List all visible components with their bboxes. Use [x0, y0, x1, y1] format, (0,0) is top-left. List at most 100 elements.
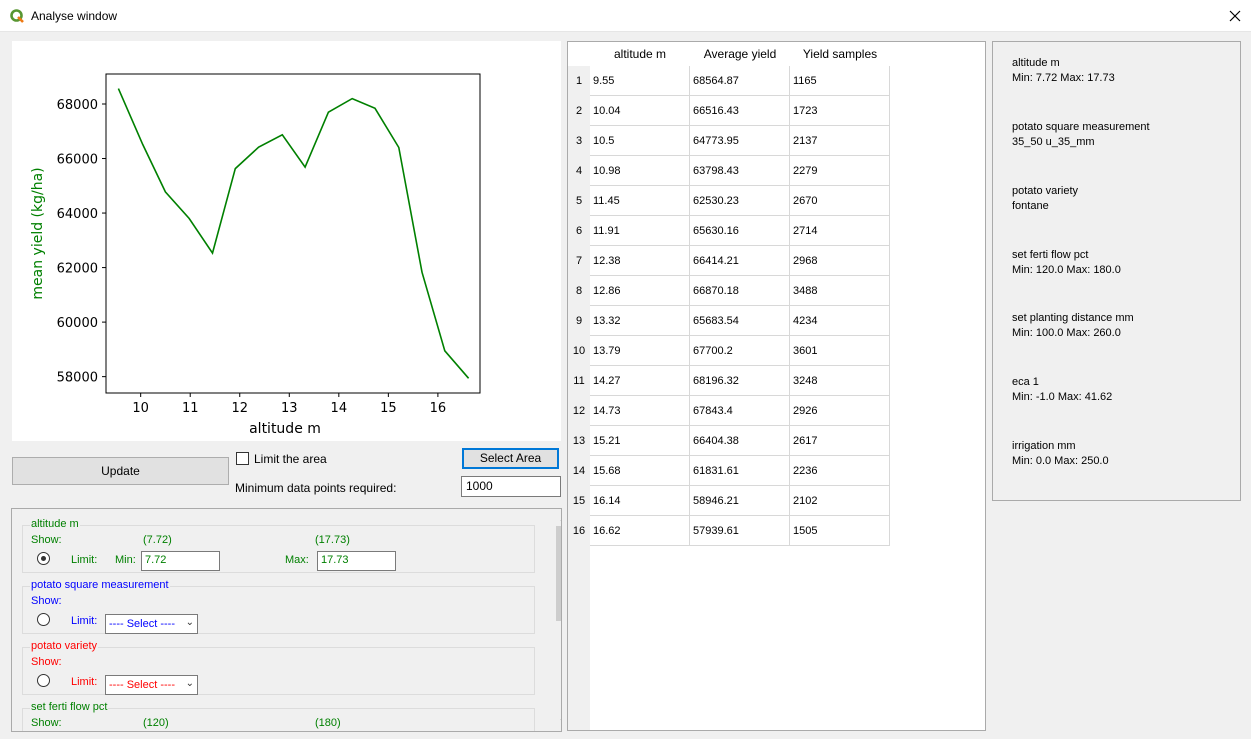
altitude-cell[interactable]: 10.98 [590, 156, 690, 186]
average-yield-cell[interactable]: 58946.21 [690, 486, 790, 516]
row-number[interactable]: 15 [568, 486, 590, 516]
average-yield-cell[interactable]: 68564.87 [690, 66, 790, 96]
limit-radio[interactable] [37, 613, 50, 626]
scroll-down-icon[interactable]: ▼ [559, 717, 561, 726]
select-area-button[interactable]: Select Area [462, 448, 559, 469]
info-detail: Min: -1.0 Max: 41.62 [1012, 391, 1113, 403]
average-yield-cell[interactable]: 65630.16 [690, 216, 790, 246]
average-yield-cell[interactable]: 66870.18 [690, 276, 790, 306]
altitude-cell[interactable]: 15.21 [590, 426, 690, 456]
average-yield-cell[interactable]: 63798.43 [690, 156, 790, 186]
yield-samples-cell[interactable]: 2137 [790, 126, 890, 156]
plot-area: 10 11 12 13 14 15 16 58000 60000 62000 64000 66000 6… [12, 41, 561, 441]
results-table[interactable]: altitude m Average yield Yield samples 1… [567, 41, 986, 731]
yield-samples-cell[interactable]: 2236 [790, 456, 890, 486]
average-yield-cell[interactable]: 66404.38 [690, 426, 790, 456]
x-tick-label: 14 [331, 401, 348, 416]
info-name: set ferti flow pct [1012, 249, 1089, 261]
yield-samples-cell[interactable]: 2968 [790, 246, 890, 276]
info-detail: Min: 100.0 Max: 260.0 [1012, 327, 1121, 339]
altitude-cell[interactable]: 9.55 [590, 66, 690, 96]
close-icon[interactable] [1225, 6, 1245, 26]
row-number[interactable]: 3 [568, 126, 590, 156]
max-input[interactable]: 17.73 [317, 551, 396, 571]
category-select[interactable]: ---- Select ---- ⌄ [105, 675, 198, 695]
row-number[interactable]: 4 [568, 156, 590, 186]
yield-samples-cell[interactable]: 1165 [790, 66, 890, 96]
altitude-cell[interactable]: 13.79 [590, 336, 690, 366]
row-number[interactable]: 10 [568, 336, 590, 366]
yield-samples-cell[interactable]: 3488 [790, 276, 890, 306]
limit-radio[interactable] [37, 674, 50, 687]
row-number[interactable]: 16 [568, 516, 590, 546]
row-number[interactable]: 9 [568, 306, 590, 336]
row-number[interactable]: 2 [568, 96, 590, 126]
yield-samples-cell[interactable]: 2279 [790, 156, 890, 186]
column-header-yield-samples[interactable]: Yield samples [790, 42, 890, 66]
yield-samples-cell[interactable]: 2926 [790, 396, 890, 426]
scrollbar-thumb[interactable] [556, 526, 561, 621]
limit-radio[interactable] [37, 552, 50, 565]
info-eca: eca 1 Min: -1.0 Max: 41.62 [1012, 375, 1112, 405]
yield-samples-cell[interactable]: 1723 [790, 96, 890, 126]
category-select[interactable]: ---- Select ---- ⌄ [105, 614, 198, 634]
column-header-average-yield[interactable]: Average yield [690, 42, 790, 66]
info-detail: fontane [1012, 200, 1049, 212]
row-number[interactable]: 8 [568, 276, 590, 306]
average-yield-cell[interactable]: 64773.95 [690, 126, 790, 156]
y-tick-label: 62000 [57, 262, 98, 277]
average-yield-cell[interactable]: 68196.32 [690, 366, 790, 396]
row-number[interactable]: 14 [568, 456, 590, 486]
update-button[interactable]: Update [12, 457, 229, 485]
average-yield-cell[interactable]: 66516.43 [690, 96, 790, 126]
yield-samples-cell[interactable]: 2670 [790, 186, 890, 216]
y-tick-label: 58000 [57, 371, 98, 386]
row-number[interactable]: 1 [568, 66, 590, 96]
altitude-cell[interactable]: 12.86 [590, 276, 690, 306]
altitude-cell[interactable]: 14.27 [590, 366, 690, 396]
altitude-cell[interactable]: 11.45 [590, 186, 690, 216]
average-yield-cell[interactable]: 57939.61 [690, 516, 790, 546]
scroll-up-icon[interactable]: ▲ [559, 514, 561, 523]
average-yield-cell[interactable]: 61831.61 [690, 456, 790, 486]
yield-samples-cell[interactable]: 1505 [790, 516, 890, 546]
yield-samples-cell[interactable]: 3248 [790, 366, 890, 396]
altitude-cell[interactable]: 11.91 [590, 216, 690, 246]
average-yield-cell[interactable]: 67843.4 [690, 396, 790, 426]
yield-samples-cell[interactable]: 4234 [790, 306, 890, 336]
altitude-cell[interactable]: 10.04 [590, 96, 690, 126]
window-title: Analyse window [31, 9, 118, 23]
yield-samples-cell[interactable]: 2714 [790, 216, 890, 246]
altitude-cell[interactable]: 12.38 [590, 246, 690, 276]
altitude-cell[interactable]: 13.32 [590, 306, 690, 336]
min-input[interactable]: 7.72 [141, 551, 220, 571]
row-number[interactable]: 7 [568, 246, 590, 276]
altitude-cell[interactable]: 16.62 [590, 516, 690, 546]
y-tick-label: 64000 [57, 207, 98, 222]
yield-samples-cell[interactable]: 2102 [790, 486, 890, 516]
show-label: Show: [31, 717, 62, 729]
min-points-input[interactable]: 1000 [461, 476, 561, 497]
row-number[interactable]: 6 [568, 216, 590, 246]
average-yield-cell[interactable]: 62530.23 [690, 186, 790, 216]
column-header-altitude[interactable]: altitude m [590, 42, 690, 66]
average-yield-cell[interactable]: 66414.21 [690, 246, 790, 276]
yield-samples-cell[interactable]: 3601 [790, 336, 890, 366]
yield-samples-cell[interactable]: 2617 [790, 426, 890, 456]
y-axis-label: mean yield (kg/ha) [30, 167, 46, 299]
altitude-cell[interactable]: 14.73 [590, 396, 690, 426]
altitude-cell[interactable]: 15.68 [590, 456, 690, 486]
row-number[interactable]: 13 [568, 426, 590, 456]
info-detail: 35_50 u_35_mm [1012, 136, 1095, 148]
altitude-cell[interactable]: 10.5 [590, 126, 690, 156]
show-max-value: (180) [315, 717, 341, 729]
filter-scroll-panel[interactable]: altitude m Show: (7.72) (17.73) Limit: M… [11, 508, 562, 732]
row-number[interactable]: 12 [568, 396, 590, 426]
row-number[interactable]: 5 [568, 186, 590, 216]
altitude-cell[interactable]: 16.14 [590, 486, 690, 516]
average-yield-cell[interactable]: 67700.2 [690, 336, 790, 366]
vertical-scrollbar[interactable]: ▲ ▼ [555, 509, 561, 731]
limit-area-checkbox[interactable] [236, 452, 249, 465]
row-number[interactable]: 11 [568, 366, 590, 396]
average-yield-cell[interactable]: 65683.54 [690, 306, 790, 336]
